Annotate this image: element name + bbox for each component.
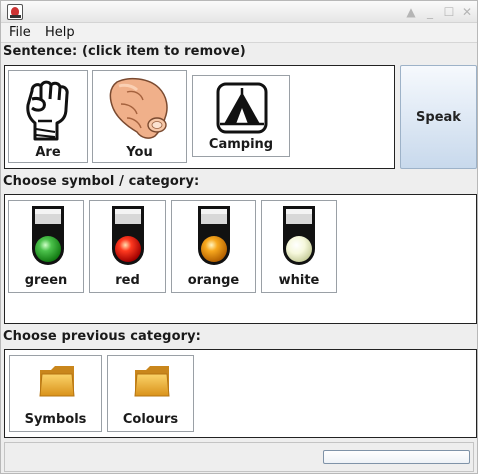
category-item-label: Symbols: [24, 412, 87, 427]
minimize-icon[interactable]: _: [422, 4, 438, 20]
app-icon: [7, 4, 23, 20]
green-light-icon: [32, 206, 64, 265]
raised-fist-icon: [26, 80, 69, 141]
pointing-hand-icon: [109, 77, 168, 139]
progress-bar: [323, 450, 470, 464]
sentence-item-label: Are: [35, 145, 61, 160]
symbol-item-label: orange: [187, 273, 240, 288]
orange-light-icon: [198, 206, 230, 265]
symbols-panel: green red orange white: [4, 194, 477, 324]
folder-icon: [134, 366, 170, 397]
category-item-colours[interactable]: Colours: [107, 355, 194, 432]
category-item-label: Colours: [122, 412, 179, 427]
symbol-item-orange[interactable]: orange: [171, 200, 256, 293]
app-window: ▲ _ ☐ ✕ File Help Sentence: (click item …: [0, 0, 478, 474]
menu-file[interactable]: File: [9, 25, 31, 40]
window-up-icon[interactable]: ▲: [403, 4, 419, 20]
white-light-icon: [283, 206, 315, 265]
symbol-item-red[interactable]: red: [89, 200, 166, 293]
folder-icon: [39, 366, 75, 397]
menu-help[interactable]: Help: [45, 25, 75, 40]
category-item-symbols[interactable]: Symbols: [9, 355, 102, 432]
menu-bar: File Help: [1, 23, 477, 43]
status-bar: [4, 442, 474, 472]
sentence-item-label: You: [126, 145, 153, 160]
tent-icon: [216, 82, 268, 134]
sentence-item-you[interactable]: You: [92, 70, 187, 163]
speak-button[interactable]: Speak: [400, 65, 477, 169]
maximize-icon[interactable]: ☐: [441, 4, 457, 20]
sentence-item-camping[interactable]: Camping: [192, 75, 290, 157]
sentence-item-label: Camping: [208, 137, 274, 152]
sentence-label: Sentence: (click item to remove): [3, 44, 246, 59]
symbol-item-label: green: [24, 273, 68, 288]
title-bar: ▲ _ ☐ ✕: [1, 1, 477, 23]
symbol-item-label: white: [278, 273, 320, 288]
sentence-panel: Are You Camping: [4, 65, 395, 169]
symbol-item-label: red: [115, 273, 140, 288]
red-light-icon: [112, 206, 144, 265]
sentence-item-are[interactable]: Are: [8, 70, 88, 163]
close-icon[interactable]: ✕: [459, 4, 475, 20]
symbol-item-white[interactable]: white: [261, 200, 337, 293]
previous-label: Choose previous category:: [3, 329, 201, 344]
symbol-item-green[interactable]: green: [8, 200, 84, 293]
symbols-label: Choose symbol / category:: [3, 174, 200, 189]
previous-panel: Symbols Colours: [4, 349, 477, 438]
